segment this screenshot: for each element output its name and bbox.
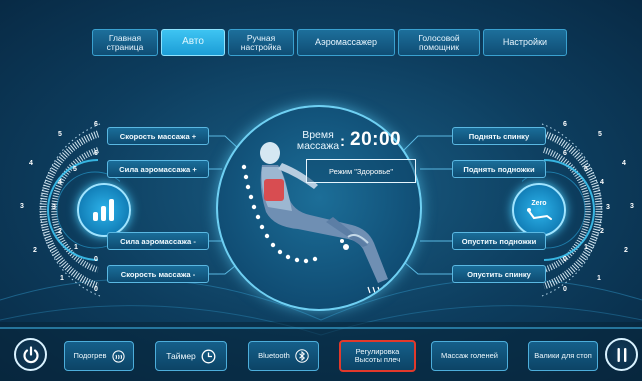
right-inner-0: 0 (563, 256, 567, 263)
heating-button[interactable]: Подогрев (64, 341, 134, 371)
clock-icon (201, 349, 216, 364)
right-outer-1: 1 (597, 275, 601, 282)
raise-backrest-button[interactable]: Поднять спинку (452, 127, 546, 145)
massage-time-label: Время массажа (292, 130, 344, 152)
lower-footrest-button[interactable]: Опустить подножки (452, 232, 546, 250)
massage-time-value: 20:00 (350, 129, 402, 150)
lower-backrest-button[interactable]: Опустить спинку (452, 265, 546, 283)
timer-button[interactable]: Таймер (155, 341, 227, 371)
bluetooth-icon (295, 349, 309, 363)
power-button[interactable] (14, 338, 47, 371)
heat-icon (111, 349, 125, 363)
right-inner-2: 2 (600, 228, 604, 235)
right-outer-3: 3 (630, 203, 634, 210)
right-inner-3: 3 (606, 204, 610, 211)
bluetooth-button[interactable]: Bluetooth (248, 341, 319, 371)
zero-gravity-label: Zero (531, 199, 547, 207)
power-icon (22, 345, 39, 363)
calf-massage-label: Массаж голеней (441, 350, 498, 360)
pause-icon (617, 347, 626, 362)
massage-chair-screen: Главная страница Авто Ручная настройка Аэр… (0, 0, 642, 381)
foot-rollers-label: Валики для стоп (534, 350, 592, 360)
right-outer-4: 4 (622, 160, 626, 167)
mode-selector[interactable]: Режим "Здоровье" (306, 159, 416, 183)
raise-footrest-button[interactable]: Поднять подножки (452, 160, 546, 178)
bluetooth-label: Bluetooth (258, 350, 290, 360)
zero-gravity-icon: Zero (525, 200, 553, 221)
zero-gravity-badge[interactable]: Zero (512, 183, 566, 237)
reclined-chair-icon (527, 207, 552, 220)
right-outer-2: 2 (624, 247, 628, 254)
right-inner-6: 6 (563, 150, 567, 157)
right-inner-4: 4 (600, 179, 604, 186)
right-outer-6: 6 (563, 121, 567, 128)
right-outer-5: 5 (598, 131, 602, 138)
pause-button[interactable] (605, 338, 638, 371)
right-inner-1: 1 (584, 244, 588, 251)
timer-label: Таймер (166, 350, 196, 361)
time-label-line2: массажа (296, 140, 340, 152)
right-inner-5: 5 (584, 166, 588, 173)
shoulder-label-line2: Высоты плеч (354, 355, 401, 364)
foot-rollers-button[interactable]: Валики для стоп (528, 341, 598, 371)
time-separator: : (340, 133, 345, 150)
heating-label: Подогрев (73, 350, 107, 360)
calf-massage-button[interactable]: Массаж голеней (431, 341, 508, 371)
right-outer-0: 0 (563, 286, 567, 293)
shoulder-height-button[interactable]: Регулировка Высоты плеч (339, 340, 416, 372)
